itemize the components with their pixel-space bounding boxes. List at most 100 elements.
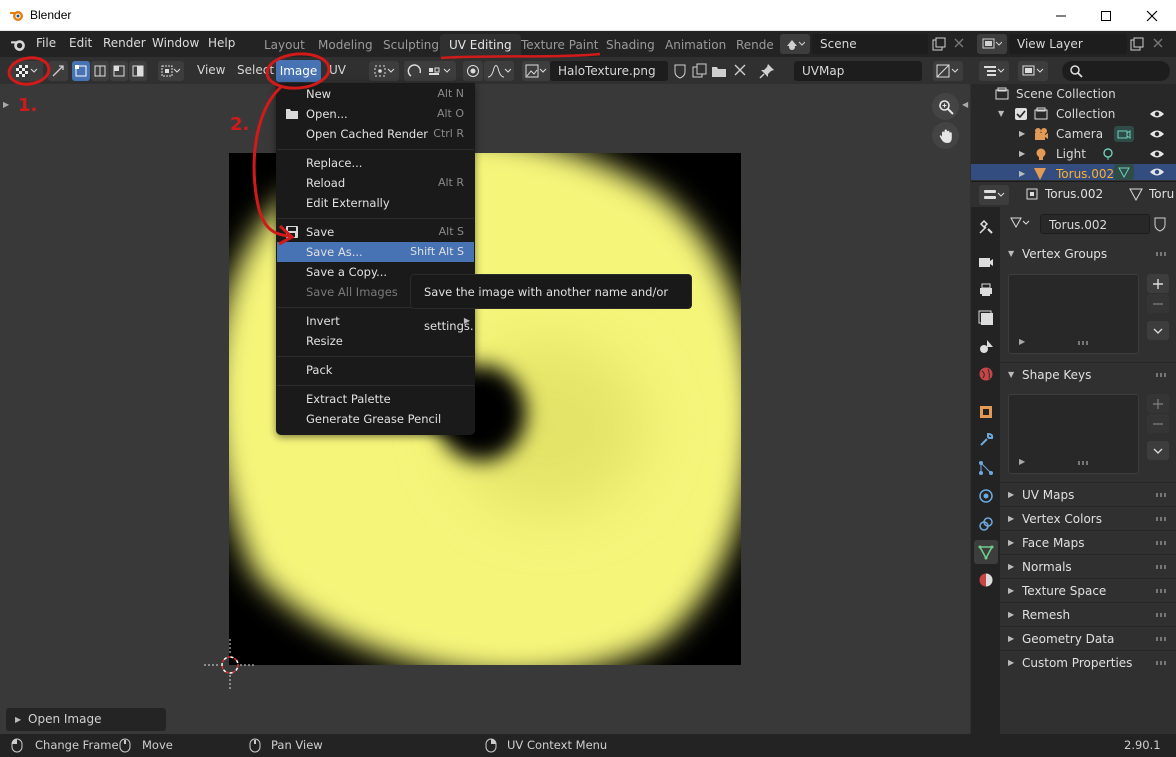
status-change-frame: Change Frame xyxy=(35,738,119,752)
panel-vertex-colors[interactable]: ▶ Vertex Colors xyxy=(1000,506,1176,530)
last-operator-panel[interactable]: ▶ Open Image xyxy=(6,708,166,731)
mesh-data-icon[interactable] xyxy=(1114,164,1134,180)
drag-handle-icon[interactable] xyxy=(1156,252,1168,256)
panel-custom-properties[interactable]: ▶ Custom Properties xyxy=(1000,650,1176,674)
shape-keys-list[interactable]: ▶ xyxy=(1008,394,1139,474)
material-tab-icon[interactable] xyxy=(974,568,998,592)
render-tab-icon[interactable] xyxy=(974,250,998,274)
step-2-annotation: 2. xyxy=(230,114,250,135)
panel-collapsed-icon: ▶ xyxy=(1008,514,1015,523)
panel-geometry-data[interactable]: ▶ Geometry Data xyxy=(1000,626,1176,650)
physics-tab-icon[interactable] xyxy=(974,484,998,508)
drag-handle-icon[interactable] xyxy=(1156,613,1168,617)
resize-grip-icon[interactable] xyxy=(1078,461,1090,465)
object-tab-icon[interactable] xyxy=(974,400,998,424)
shape-key-specials-button[interactable] xyxy=(1147,441,1169,460)
camera-data-icon[interactable] xyxy=(1114,126,1134,142)
mesh-name-field[interactable]: Torus.002 xyxy=(1040,214,1150,234)
drag-handle-icon[interactable] xyxy=(1156,589,1168,593)
panel-collapsed-icon: ▶ xyxy=(1008,658,1015,667)
resize-grip-icon[interactable] xyxy=(1078,341,1090,345)
outliner-row-camera[interactable]: ▶ Camera xyxy=(971,124,1176,144)
properties-editor-type-button[interactable] xyxy=(979,185,1009,205)
panel-texture-space[interactable]: ▶ Texture Space xyxy=(1000,578,1176,602)
add-shape-key-button[interactable] xyxy=(1147,394,1169,413)
mouse-middle-icon xyxy=(249,738,261,753)
status-pan-view: Pan View xyxy=(271,738,323,752)
view-layer-tab-icon[interactable] xyxy=(974,306,998,330)
drag-handle-icon[interactable] xyxy=(1156,661,1168,665)
status-uv-context-menu: UV Context Menu xyxy=(507,738,608,752)
mouse-middle-icon xyxy=(119,738,131,753)
drag-handle-icon[interactable] xyxy=(1156,373,1168,377)
vertex-groups-list[interactable]: ▶ xyxy=(1008,274,1139,354)
world-tab-icon[interactable] xyxy=(974,362,998,386)
properties-tabs xyxy=(971,207,1000,734)
blender-version: 2.90.1 xyxy=(1124,738,1161,752)
panel-collapsed-icon: ▶ xyxy=(1008,610,1015,619)
panel-vertex-groups[interactable]: ▼ Vertex Groups xyxy=(1000,242,1176,266)
panel-collapsed-icon: ▶ xyxy=(1008,490,1015,499)
panel-shape-keys[interactable]: ▼ Shape Keys xyxy=(1000,362,1176,386)
expand-arrow-icon[interactable]: ▶ xyxy=(1019,144,1025,164)
remove-shape-key-button[interactable] xyxy=(1147,414,1169,433)
panel-collapsed-icon: ▶ xyxy=(1008,634,1015,643)
tool-tab-icon[interactable] xyxy=(974,215,998,239)
collection-checkbox[interactable] xyxy=(1015,108,1027,120)
mesh-data-tab-icon[interactable] xyxy=(974,540,998,564)
outliner-header xyxy=(971,58,1176,84)
panel-collapsed-icon: ▶ xyxy=(1008,586,1015,595)
add-vertex-group-button[interactable] xyxy=(1147,274,1169,293)
visibility-eye-icon[interactable] xyxy=(1149,128,1165,140)
expand-arrow-icon[interactable]: ▶ xyxy=(1019,164,1025,180)
panel-expanded-icon: ▼ xyxy=(1008,370,1015,379)
drag-handle-icon[interactable] xyxy=(1156,565,1168,569)
light-data-icon[interactable] xyxy=(1101,147,1115,161)
scene-collection-icon xyxy=(995,87,1009,101)
outliner-row-light[interactable]: ▶ Light xyxy=(971,144,1176,164)
panel-face-maps[interactable]: ▶ Face Maps xyxy=(1000,530,1176,554)
outliner-row-torus[interactable]: ▶ Torus.002 xyxy=(971,164,1176,180)
panel-collapsed-icon: ▶ xyxy=(15,715,22,724)
expand-arrow-icon[interactable]: ▶ xyxy=(1019,124,1025,144)
properties-data-name: Toru xyxy=(1149,187,1175,201)
modifier-tab-icon[interactable] xyxy=(974,428,998,452)
visibility-eye-icon[interactable] xyxy=(1149,108,1165,120)
expand-arrow-icon[interactable]: ▼ xyxy=(998,104,1004,124)
drag-handle-icon[interactable] xyxy=(1156,493,1168,497)
panel-remesh[interactable]: ▶ Remesh xyxy=(1000,602,1176,626)
visibility-eye-icon[interactable] xyxy=(1149,166,1165,178)
particles-tab-icon[interactable] xyxy=(974,456,998,480)
mesh-browse-icon[interactable] xyxy=(1006,213,1033,233)
search-icon xyxy=(1069,64,1083,78)
output-tab-icon[interactable] xyxy=(974,278,998,302)
status-move: Move xyxy=(142,738,173,752)
mesh-data-icon xyxy=(1129,187,1143,201)
remove-vertex-group-button[interactable] xyxy=(1147,294,1169,313)
display-mode-button[interactable] xyxy=(1018,61,1048,81)
properties-object-name: Torus.002 xyxy=(1045,187,1104,201)
outliner-row-collection[interactable]: ▼ Collection xyxy=(971,104,1176,124)
mouse-left-icon xyxy=(11,738,23,753)
outliner-tree: Scene Collection ▼ Collection ▶ Camera ▶ xyxy=(971,84,1176,180)
outliner-editor-type-button[interactable] xyxy=(979,61,1009,81)
visibility-eye-icon[interactable] xyxy=(1149,148,1165,160)
list-expand-icon[interactable]: ▶ xyxy=(1019,457,1025,466)
scene-tab-icon[interactable] xyxy=(974,334,998,358)
drag-handle-icon[interactable] xyxy=(1156,541,1168,545)
panel-collapsed-icon: ▶ xyxy=(1008,562,1015,571)
panel-uv-maps[interactable]: ▶ UV Maps xyxy=(1000,482,1176,506)
list-expand-icon[interactable]: ▶ xyxy=(1019,337,1025,346)
drag-handle-icon[interactable] xyxy=(1156,517,1168,521)
camera-icon xyxy=(1033,127,1049,141)
step-1-annotation: 1. xyxy=(18,95,38,116)
constraints-tab-icon[interactable] xyxy=(974,512,998,536)
drag-handle-icon[interactable] xyxy=(1156,637,1168,641)
mesh-icon xyxy=(1033,167,1047,180)
mouse-right-icon xyxy=(485,738,497,753)
panel-normals[interactable]: ▶ Normals xyxy=(1000,554,1176,578)
vertex-group-specials-button[interactable] xyxy=(1147,321,1169,340)
fake-user-icon[interactable] xyxy=(1153,216,1167,232)
outliner-search-input[interactable] xyxy=(1062,61,1170,81)
outliner-row-scene-collection[interactable]: Scene Collection xyxy=(971,84,1176,104)
